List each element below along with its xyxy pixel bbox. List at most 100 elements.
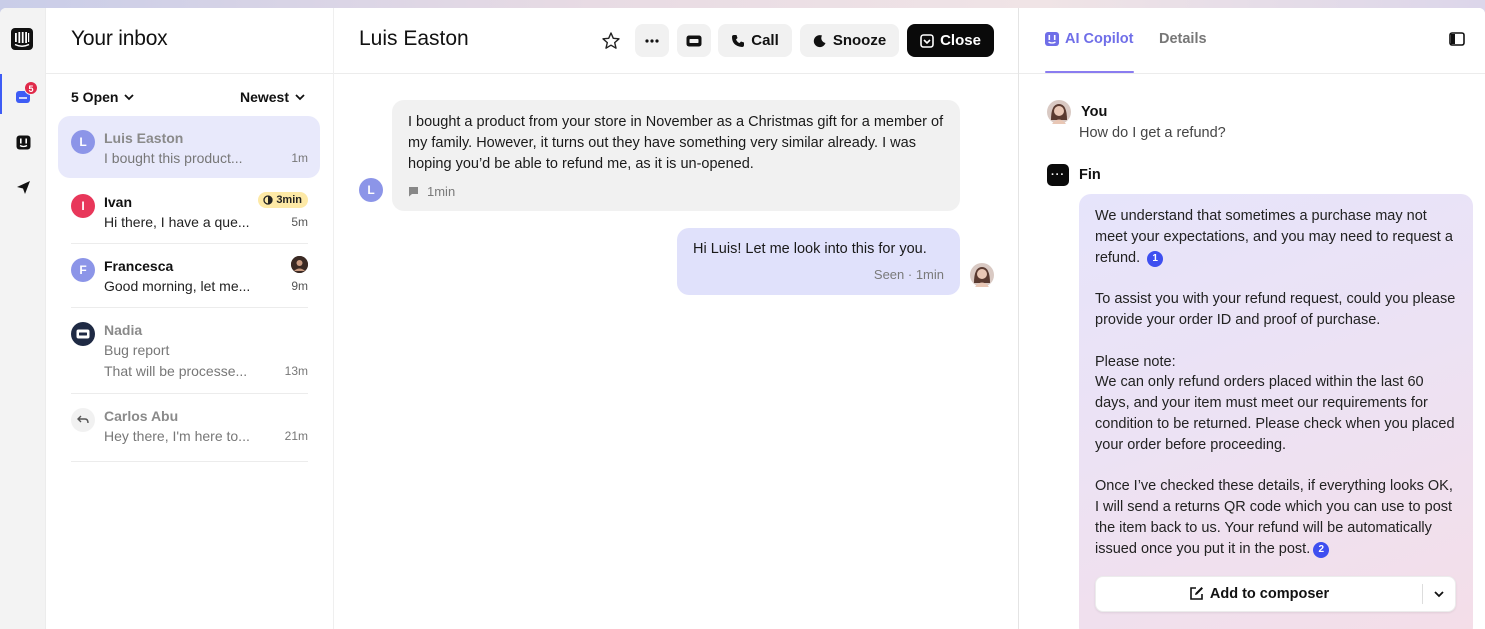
logo-icon[interactable]: [11, 28, 33, 50]
avatar: I: [71, 194, 95, 218]
customer-message: I bought a product from your store in No…: [392, 100, 960, 211]
app-window: 5 Your inbox 5 Open Newest L Luis Easton…: [0, 8, 1485, 629]
answer-paragraph: We understand that sometimes a purchase …: [1095, 206, 1457, 268]
conversation-title: Luis Easton: [359, 27, 469, 50]
snooze-label: Snooze: [832, 32, 887, 49]
conversation-subject: Bug report: [104, 342, 170, 358]
user-question: How do I get a refund?: [1079, 125, 1226, 141]
conversation-preview: Hey there, I'm here to...: [104, 428, 250, 444]
conversation-list: L Luis Easton I bought this product... 1…: [58, 116, 320, 462]
fin-answer: We understand that sometimes a purchase …: [1079, 194, 1473, 629]
ticket-avatar-icon: [71, 322, 95, 346]
outbound-nav-icon[interactable]: [10, 174, 36, 200]
answer-paragraph: Please note: We can only refund orders p…: [1095, 352, 1457, 456]
message-text: Hi Luis! Let me look into this for you.: [693, 241, 927, 257]
conversation-preview: I bought this product...: [104, 150, 243, 166]
message-meta: 1min: [408, 181, 944, 202]
conversation-name: Nadia: [104, 322, 143, 338]
user-avatar: [1047, 100, 1071, 124]
sla-time: 3min: [276, 194, 302, 206]
conversation-item[interactable]: Nadia Bug report That will be processe..…: [58, 308, 320, 394]
add-to-composer-label: Add to composer: [1209, 585, 1330, 602]
conversation-preview: Hi there, I have a que...: [104, 214, 250, 230]
active-indicator: [0, 74, 2, 114]
conversation-item[interactable]: F Francesca Good morning, let me... 9m: [58, 244, 320, 308]
message-status: Seen · 1min: [873, 267, 944, 282]
chat-icon: [409, 187, 418, 197]
conversation-time: 21m: [284, 429, 308, 443]
sla-badge: 3min: [258, 192, 308, 208]
fin-icon: ···: [1047, 164, 1069, 186]
clock-half-icon: [263, 195, 273, 205]
tab-details[interactable]: Details: [1159, 31, 1207, 47]
conversation-time: 9m: [291, 279, 308, 293]
chevron-down-icon[interactable]: [1423, 590, 1455, 598]
conversation-name: Luis Easton: [104, 130, 184, 146]
divider: [1019, 73, 1485, 74]
phone-icon: [732, 34, 745, 47]
call-label: Call: [751, 32, 779, 49]
copilot-panel: AI Copilot Details You How do I get a re…: [1018, 8, 1485, 629]
agent-avatar: [970, 263, 994, 287]
citation-badge[interactable]: 2: [1313, 542, 1330, 559]
conversation-item[interactable]: Carlos Abu Hey there, I'm here to... 21m: [58, 394, 320, 462]
fin-speaker: ··· Fin: [1047, 164, 1101, 186]
avatar: L: [71, 130, 95, 154]
conversation-preview: That will be processe...: [104, 363, 248, 379]
ticket-icon: [686, 35, 702, 46]
conversation-item[interactable]: L Luis Easton I bought this product... 1…: [58, 116, 320, 178]
call-button[interactable]: Call: [718, 24, 792, 57]
answer-heading: Please note:: [1095, 353, 1176, 370]
sidebar-toggle-icon[interactable]: [1449, 32, 1465, 46]
assignee-avatar: [291, 256, 308, 273]
conversation-panel: Luis Easton Call Snooze Close I bought a…: [334, 8, 1018, 629]
message-text: I bought a product from your store in No…: [408, 114, 944, 172]
close-button[interactable]: Close: [907, 24, 994, 57]
more-options-button[interactable]: [635, 24, 669, 57]
status-filter-dropdown[interactable]: 5 Open: [71, 89, 135, 105]
message-time: 1min: [427, 184, 456, 199]
fin-label: Fin: [1079, 167, 1101, 183]
conversation-time: 1m: [291, 151, 308, 165]
conversation-preview: Good morning, let me...: [104, 278, 251, 294]
inbox-title: Your inbox: [71, 27, 168, 50]
chevron-down-icon: [295, 93, 305, 100]
nav-rail: 5: [0, 8, 46, 629]
user-speaker: You: [1047, 100, 1107, 124]
snooze-button[interactable]: Snooze: [800, 24, 899, 57]
answer-paragraph: Once I’ve checked these details, if ever…: [1095, 476, 1457, 559]
convert-ticket-button[interactable]: [677, 24, 711, 57]
customer-avatar: L: [359, 178, 383, 202]
conversation-name: Carlos Abu: [104, 408, 179, 424]
answer-paragraph: To assist you with your refund request, …: [1095, 291, 1456, 328]
tab-ai-copilot[interactable]: AI Copilot: [1045, 31, 1133, 47]
add-to-composer-button[interactable]: Add to composer: [1096, 584, 1422, 605]
tab-label: Details: [1159, 31, 1207, 47]
chevron-down-icon: [124, 93, 135, 100]
tab-label: AI Copilot: [1065, 31, 1134, 47]
sort-dropdown[interactable]: Newest: [240, 89, 305, 105]
answer-text: Once I’ve checked these details, if ever…: [1095, 478, 1453, 557]
sort-label: Newest: [239, 89, 289, 105]
conversation-time: 13m: [284, 364, 308, 378]
divider: [334, 73, 1018, 74]
message-meta: Seen · 1min: [693, 264, 944, 285]
copilot-nav-icon[interactable]: [10, 129, 36, 155]
add-to-composer-control: Add to composer: [1095, 576, 1456, 612]
snooze-icon: [813, 34, 826, 47]
inbox-panel: Your inbox 5 Open Newest L Luis Easton I…: [46, 8, 334, 629]
status-filter-label: 5 Open: [71, 89, 119, 105]
more-icon: [645, 38, 659, 43]
divider: [71, 461, 308, 462]
inbox-close-icon: [920, 33, 934, 48]
star-icon[interactable]: [600, 30, 622, 52]
citation-badge[interactable]: 1: [1147, 250, 1164, 267]
conversation-time: 5m: [291, 215, 308, 229]
close-label: Close: [940, 32, 981, 49]
reply-icon: [71, 408, 95, 432]
user-label: You: [1081, 104, 1108, 120]
conversation-item[interactable]: I Ivan Hi there, I have a que... 3min 5m: [58, 180, 320, 244]
divider: [46, 73, 333, 74]
conversation-name: Francesca: [104, 258, 174, 274]
avatar: F: [71, 258, 95, 282]
